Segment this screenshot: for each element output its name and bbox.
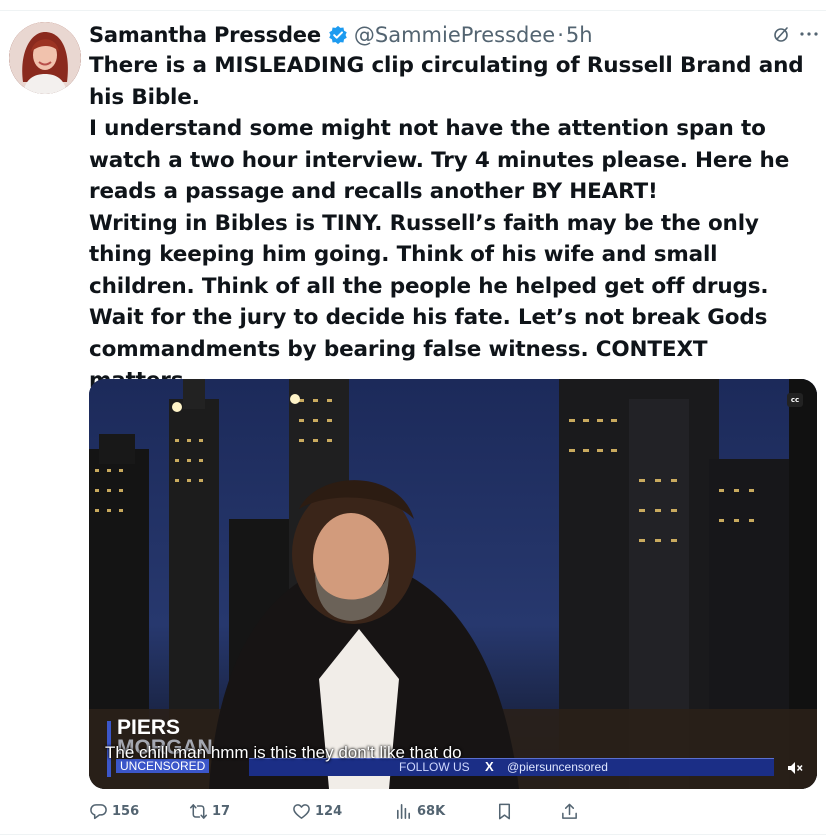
top-divider: [0, 10, 826, 11]
author-name[interactable]: Samantha Pressdee: [89, 23, 321, 47]
mute-icon[interactable]: [787, 760, 803, 774]
timestamp[interactable]: 5h: [566, 23, 593, 47]
bookmark-icon: [498, 803, 511, 820]
video-caption: The chill man hmm is this they don't lik…: [105, 743, 462, 762]
reply-button[interactable]: 156: [89, 802, 139, 821]
action-bar: 156 17 124 68K: [89, 802, 819, 826]
bottom-divider: [0, 834, 826, 835]
share-button[interactable]: [560, 802, 583, 821]
avatar[interactable]: [9, 22, 81, 94]
reply-count: 156: [112, 804, 140, 819]
reply-icon: [90, 804, 107, 820]
share-icon: [562, 803, 577, 819]
like-button[interactable]: 124: [292, 802, 342, 821]
repost-button[interactable]: 17: [189, 802, 230, 821]
verified-badge-icon: [328, 25, 348, 45]
repost-count: 17: [212, 804, 231, 819]
views-count: 68K: [417, 804, 446, 819]
author-handle[interactable]: @SammiePressdee: [354, 23, 555, 47]
views-button[interactable]: 68K: [394, 802, 445, 821]
separator-dot: ·: [557, 23, 564, 47]
grok-icon[interactable]: [772, 24, 792, 44]
video-frame: [89, 379, 817, 789]
views-icon: [396, 804, 411, 819]
like-count: 124: [315, 804, 343, 819]
captions-button[interactable]: cc: [787, 393, 803, 407]
ticker-handle: @piersuncensored: [507, 760, 608, 774]
tweet-text: There is a MISLEADING clip circulating o…: [89, 53, 804, 393]
bookmark-button[interactable]: [495, 802, 518, 821]
repost-icon: [189, 804, 208, 819]
x-logo-icon: X: [485, 759, 494, 774]
video-player[interactable]: cc PIERS MORGAN UNCENSORED FOLLOW US X @…: [89, 379, 817, 789]
more-icon[interactable]: [798, 24, 820, 44]
like-icon: [293, 804, 310, 819]
tweet-header: Samantha Pressdee @SammiePressdee · 5h: [89, 20, 593, 50]
